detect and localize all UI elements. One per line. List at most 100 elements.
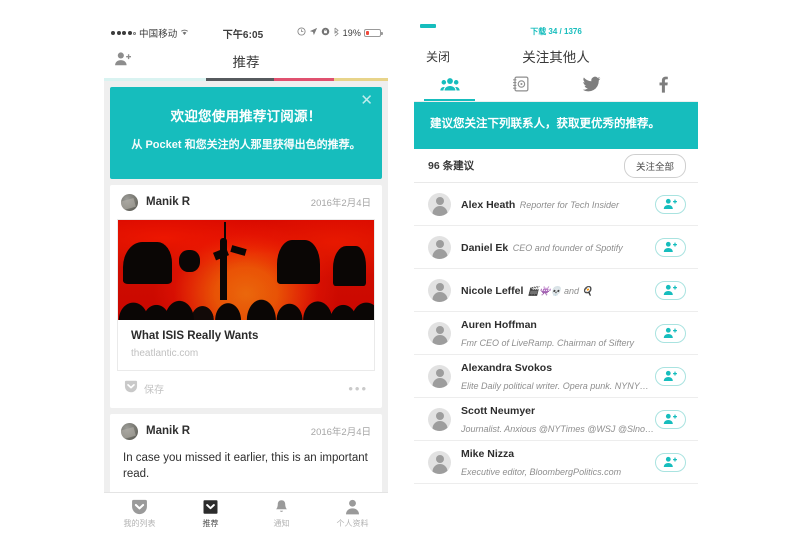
follow-button[interactable]	[655, 452, 686, 472]
more-dots-icon[interactable]: •••	[348, 382, 368, 395]
add-person-icon[interactable]	[114, 51, 132, 72]
left-nav-bar: 推荐	[104, 44, 388, 78]
carrier-label: 中国移动	[139, 29, 178, 40]
person-name: Alexandra Svokos	[461, 362, 553, 375]
tab-profile[interactable]: 个人资料	[317, 498, 388, 529]
signal-strength-icon	[111, 31, 136, 35]
close-button[interactable]: 关闭	[426, 48, 450, 65]
list-item[interactable]: Mike Nizza Executive editor, BloombergPo…	[414, 441, 698, 485]
follow-button[interactable]	[655, 280, 686, 300]
page-title: 推荐	[232, 55, 260, 70]
follow-button[interactable]	[655, 323, 686, 343]
tab-my-list[interactable]: 我的列表	[104, 498, 175, 529]
text-card[interactable]: Manik R 2016年2月4日 In case you missed it …	[110, 413, 382, 497]
bottom-tab-bar[interactable]: 我的列表 推荐 通知 个人资料	[104, 492, 388, 534]
tab-label: 我的列表	[123, 518, 156, 528]
welcome-banner: ✕ 欢迎您使用推荐订阅源！ 从 Pocket 和您关注的人那里获得出色的推荐。	[110, 86, 382, 179]
person-description: Reporter for Tech Insider	[519, 200, 619, 211]
pocket-icon	[124, 380, 138, 398]
battery-percent-label: 19%	[342, 28, 361, 38]
recommendations-feed[interactable]: ✕ 欢迎您使用推荐订阅源！ 从 Pocket 和您关注的人那里获得出色的推荐。 …	[104, 80, 388, 534]
person-meta: Daniel Ek CEO and founder of Spotify	[461, 238, 655, 256]
phone-left-screen: 中国移动 下午6:05 19% 推荐 ✕ 欢迎您使用推荐订阅源！ 从 Pocke…	[104, 22, 388, 534]
article-card[interactable]: Manik R 2016年2月4日 What ISIS Really Wants…	[110, 184, 382, 408]
phone-right-screen: 下载 34 / 1376 关闭 关注其他人 建议您关注下列联系人，获取更优秀的推…	[414, 22, 698, 534]
person-name: Nicole Leffel	[461, 285, 524, 298]
avatar	[428, 407, 451, 431]
save-button[interactable]: 保存	[124, 380, 164, 398]
card-header: Manik R 2016年2月4日	[110, 414, 382, 448]
signal-and-carrier: 中国移动	[111, 26, 189, 40]
people-group-icon	[439, 77, 460, 97]
list-item[interactable]: Alex Heath Reporter for Tech Insider	[414, 183, 698, 227]
list-item[interactable]: Daniel Ek CEO and founder of Spotify	[414, 226, 698, 270]
person-name: Mike Nizza	[461, 448, 515, 461]
list-item[interactable]: Nicole Leffel 🎬👾💀 and 🍳	[414, 269, 698, 313]
person-name: Scott Neumyer	[461, 405, 536, 418]
tab-twitter[interactable]	[556, 72, 627, 101]
pocket-filled-icon	[175, 498, 246, 515]
card-body: What ISIS Really Wants theatlantic.com	[117, 319, 375, 371]
card-footer: 保存 •••	[110, 371, 382, 408]
person-meta: Alex Heath Reporter for Tech Insider	[461, 195, 655, 213]
source-tabs[interactable]	[414, 72, 698, 102]
welcome-heading: 欢迎您使用推荐订阅源！	[170, 108, 322, 124]
close-icon[interactable]: ✕	[360, 93, 373, 108]
right-status-bar: 下载 34 / 1376	[414, 22, 698, 40]
suggestion-count-label: 96 条建议	[428, 160, 475, 173]
tab-label: 推荐	[202, 518, 219, 528]
tab-suggested-people[interactable]	[414, 72, 485, 101]
avatar	[121, 193, 138, 211]
follow-all-button[interactable]: 关注全部	[623, 153, 686, 178]
battery-icon	[364, 28, 383, 38]
person-description: CEO and founder of Spotify	[512, 243, 623, 254]
twitter-bird-icon	[582, 76, 601, 97]
follow-button[interactable]	[655, 409, 686, 429]
rotation-lock-icon	[321, 27, 330, 39]
download-progress-label: 下载 34 / 1376	[530, 26, 582, 36]
person-meta: Nicole Leffel 🎬👾💀 and 🍳	[461, 281, 655, 299]
tab-label: 通知	[273, 518, 290, 528]
progress-bar-indicator	[420, 24, 436, 28]
avatar	[428, 235, 451, 259]
page-title: 关注其他人	[522, 50, 590, 65]
follow-button[interactable]	[655, 237, 686, 257]
person-description: Fmr CEO of LiveRamp. Chairman of Siftery	[461, 338, 635, 349]
person-description: Executive editor, BloombergPolitics.com	[461, 467, 622, 478]
isis-crowd-red-image	[118, 219, 374, 320]
pocket-outline-icon	[104, 498, 175, 515]
person-meta: Alexandra Svokos Elite Daily political w…	[461, 358, 655, 394]
follow-button[interactable]	[655, 366, 686, 386]
list-item[interactable]: Alexandra Svokos Elite Daily political w…	[414, 355, 698, 399]
card-author: Manik R	[146, 196, 191, 208]
card-text: In case you missed it earlier, this is a…	[123, 451, 368, 481]
tab-facebook[interactable]	[627, 72, 698, 101]
clock-label: 下午6:05	[222, 29, 264, 41]
list-item[interactable]: Auren Hoffman Fmr CEO of LiveRamp. Chair…	[414, 312, 698, 356]
suggestions-header: 96 条建议 关注全部	[414, 149, 698, 184]
avatar	[428, 364, 451, 388]
bluetooth-icon	[333, 27, 340, 40]
person-description: 🎬👾💀 and 🍳	[527, 286, 593, 297]
person-meta: Auren Hoffman Fmr CEO of LiveRamp. Chair…	[461, 315, 655, 351]
screenshot-stage: 中国移动 下午6:05 19% 推荐 ✕ 欢迎您使用推荐订阅源！ 从 Pocke…	[0, 0, 796, 556]
list-item[interactable]: Scott Neumyer Journalist. Anxious @NYTim…	[414, 398, 698, 442]
wifi-icon	[180, 28, 189, 39]
card-title: What ISIS Really Wants	[131, 329, 259, 342]
tab-recommendations[interactable]: 推荐	[175, 498, 246, 529]
tab-contacts[interactable]	[485, 72, 556, 101]
card-author: Manik R	[146, 425, 191, 437]
person-name: Auren Hoffman	[461, 319, 537, 332]
phone-right: 下载 34 / 1376 关闭 关注其他人 建议您关注下列联系人，获取更优秀的推…	[414, 22, 698, 534]
person-meta: Scott Neumyer Journalist. Anxious @NYTim…	[461, 401, 655, 437]
status-icons: 19%	[297, 27, 383, 40]
card-header: Manik R 2016年2月4日	[110, 185, 382, 219]
avatar	[121, 422, 138, 440]
follow-button[interactable]	[655, 194, 686, 214]
card-date: 2016年2月4日	[310, 198, 371, 209]
suggested-people-list[interactable]: Alex Heath Reporter for Tech Insider Dan…	[414, 183, 698, 485]
avatar	[428, 192, 451, 216]
person-name: Alex Heath	[461, 199, 516, 212]
tab-notifications[interactable]: 通知	[246, 498, 317, 529]
save-label: 保存	[144, 385, 164, 396]
